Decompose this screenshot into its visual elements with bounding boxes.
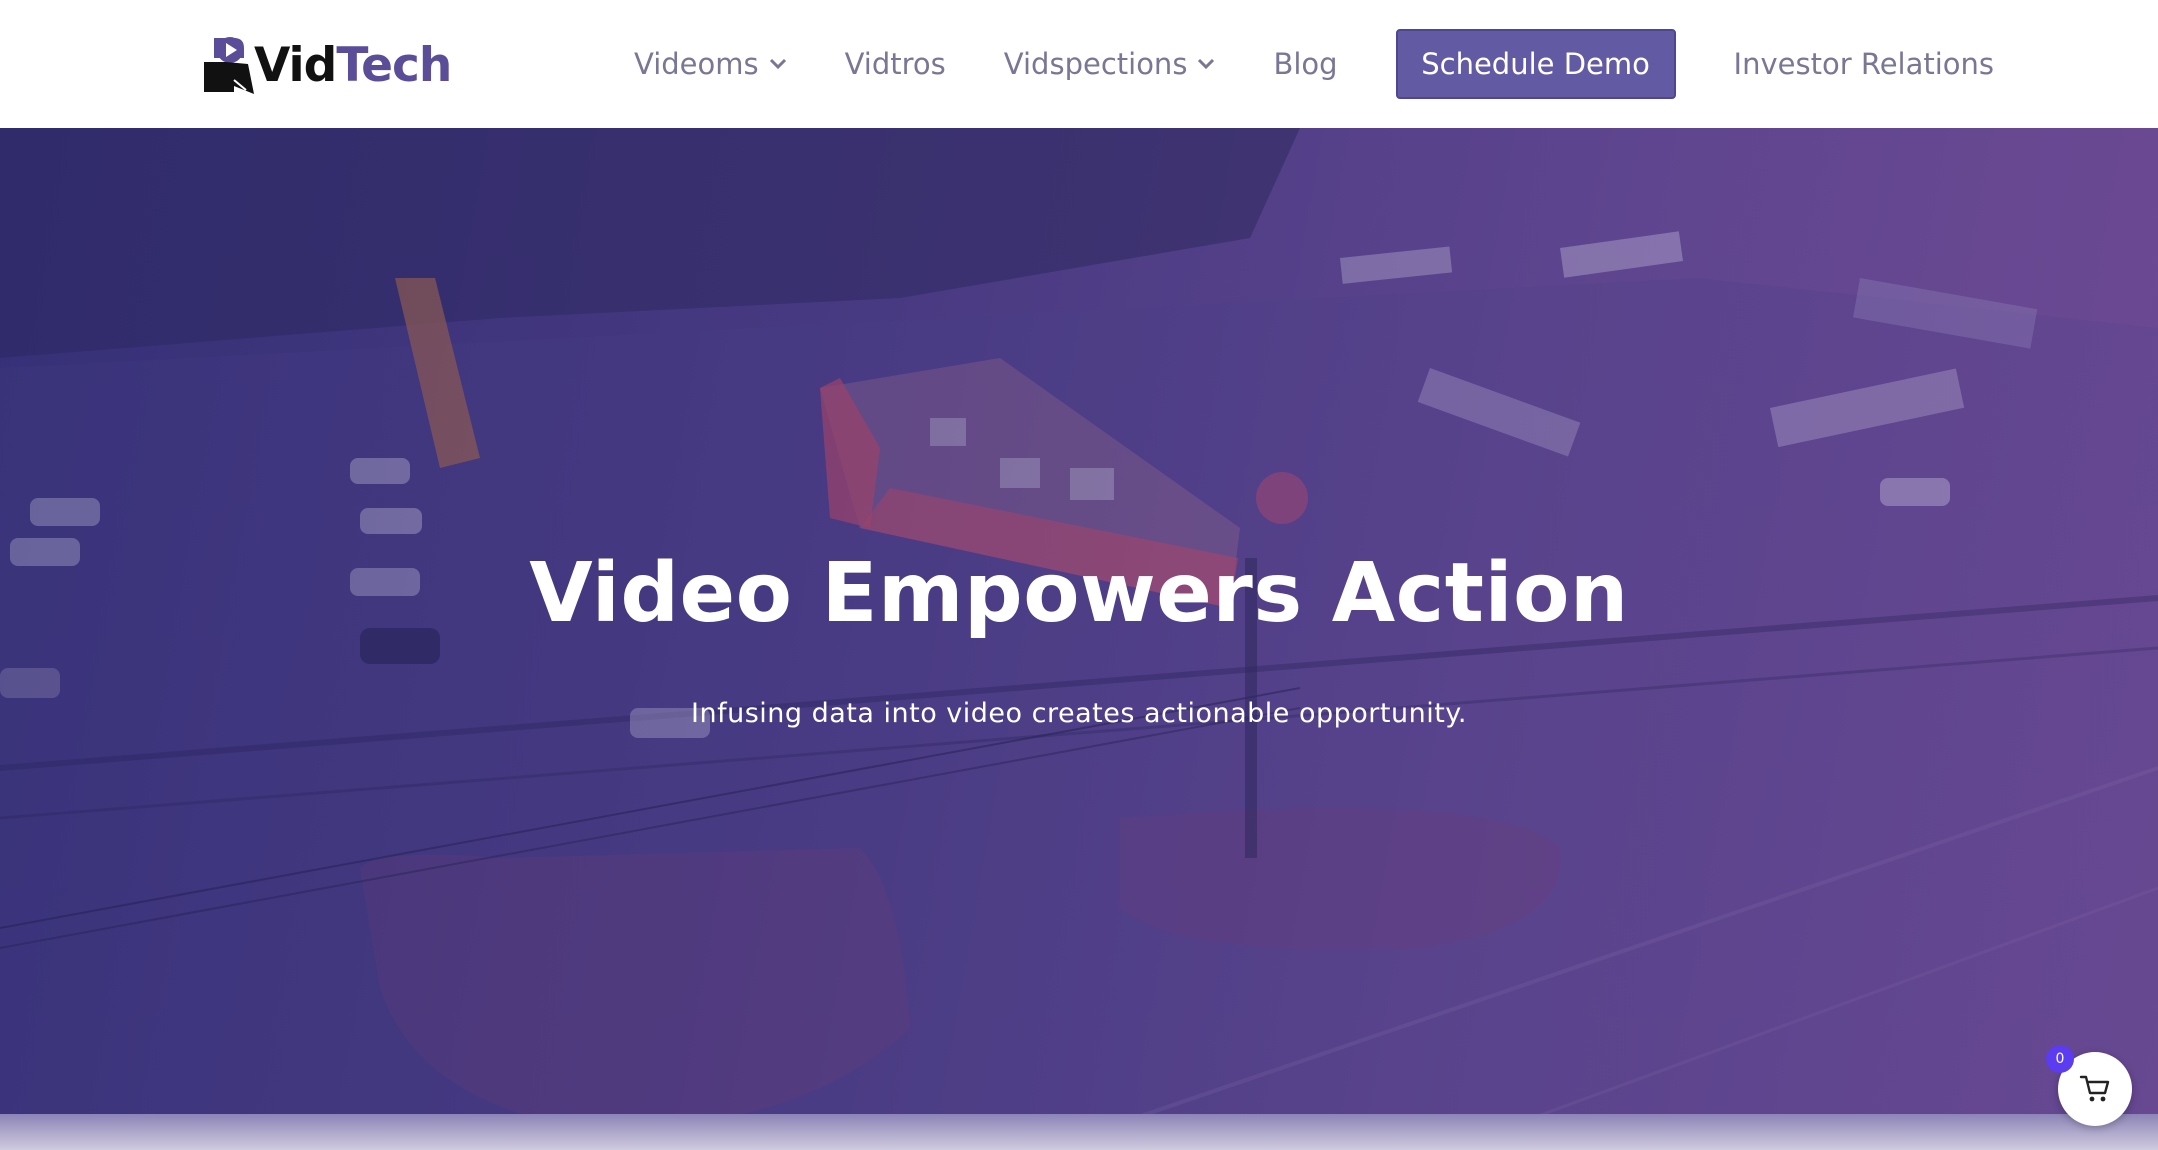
- cart-count-badge: 0: [2046, 1045, 2074, 1073]
- nav-label-blog: Blog: [1273, 47, 1338, 81]
- nav-label-vidspections: Vidspections: [1003, 47, 1188, 81]
- hero-subtitle: Infusing data into video creates actiona…: [691, 698, 1467, 729]
- logo-text-tech: Tech: [336, 37, 452, 93]
- nav-label-vidtros: Vidtros: [844, 47, 946, 81]
- hero-section: Video Empowers Action Infusing data into…: [0, 128, 2158, 1130]
- hero-title: Video Empowers Action: [529, 546, 1629, 641]
- nav-label-investor-relations: Investor Relations: [1733, 47, 1995, 81]
- nav-label-videoms: Videoms: [634, 47, 759, 81]
- play-camera-icon: [204, 37, 254, 94]
- nav-item-investor-relations[interactable]: Investor Relations: [1734, 0, 1994, 128]
- logo-wordmark: Vid Tech: [254, 37, 452, 93]
- nav-item-vidtros[interactable]: Vidtros: [845, 0, 946, 128]
- logo-text-vid: Vid: [254, 37, 337, 93]
- section-divider: [0, 1114, 2158, 1150]
- nav-item-videoms[interactable]: Videoms: [634, 0, 787, 128]
- chevron-down-icon: [769, 58, 786, 70]
- nav-item-vidspections[interactable]: Vidspections: [1004, 0, 1216, 128]
- nav-item-blog[interactable]: Blog: [1273, 0, 1337, 128]
- schedule-demo-button[interactable]: Schedule Demo: [1395, 29, 1676, 99]
- main-nav: Videoms Vidtros Vidspections Blog Schedu…: [634, 0, 1994, 128]
- site-header: Vid Tech Videoms Vidtros Vidspections Blo…: [0, 0, 2158, 128]
- shopping-cart-icon: [2079, 1075, 2110, 1102]
- vidtech-logo[interactable]: Vid Tech: [204, 34, 452, 96]
- chevron-down-icon: [1198, 58, 1215, 70]
